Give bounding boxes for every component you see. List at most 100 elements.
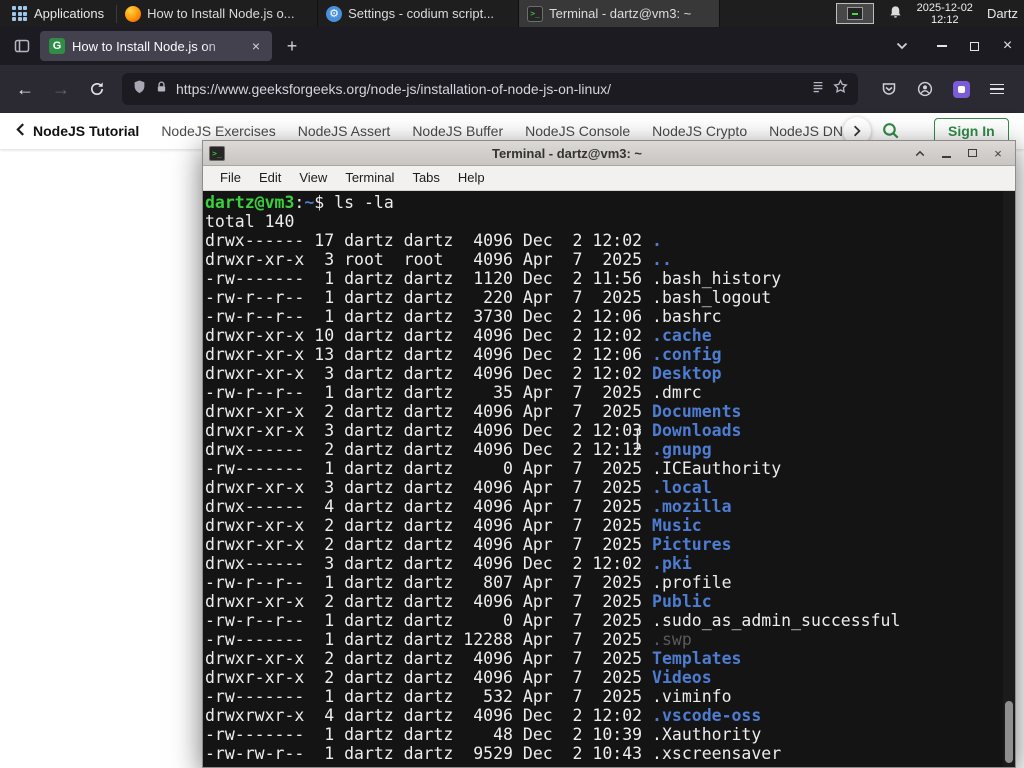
- url-text[interactable]: https://www.geeksforgeeks.org/node-js/in…: [176, 81, 803, 97]
- desktop: Applications How to Install Node.js o...…: [0, 0, 1024, 768]
- terminal-output-line: -rw------- 1 dartz dartz 532 Apr 7 2025 …: [205, 687, 732, 706]
- terminal-close-button[interactable]: ×: [987, 144, 1009, 163]
- terminal-output-line: -rw-r--r-- 1 dartz dartz 3730 Dec 2 12:0…: [205, 307, 722, 326]
- clock[interactable]: 2025-12-02 12:12: [917, 2, 973, 26]
- workspace-switcher[interactable]: [835, 3, 874, 24]
- firefox-view-icon[interactable]: [8, 32, 36, 60]
- terminal-output-line: drwxr-xr-x 2 dartz dartz 4096 Apr 7 2025…: [205, 516, 702, 535]
- terminal-prompt-line: dartz@vm3:~$ ls -la: [205, 193, 394, 212]
- terminal-output-line: drwxrwxr-x 4 dartz dartz 4096 Dec 2 12:0…: [205, 706, 762, 725]
- tab-close-icon[interactable]: ×: [246, 36, 266, 56]
- terminal-output-line: drwxr-xr-x 10 dartz dartz 4096 Dec 2 12:…: [205, 326, 712, 345]
- terminal-menu-file[interactable]: File: [211, 166, 250, 190]
- site-nav-links: NodeJS Exercises NodeJS Assert NodeJS Buff…: [161, 123, 861, 139]
- site-nav-link[interactable]: NodeJS DNS: [769, 123, 852, 139]
- applications-label: Applications: [34, 6, 105, 21]
- settings-icon: ⚙: [326, 5, 343, 22]
- bookmark-star-icon[interactable]: [833, 79, 848, 99]
- terminal-output-line: -rw------- 1 dartz dartz 0 Apr 7 2025 .I…: [205, 459, 782, 478]
- terminal-icon: >_: [209, 145, 225, 161]
- terminal-output-line: -rw------- 1 dartz dartz 1120 Dec 2 11:5…: [205, 269, 782, 288]
- taskbar-button-settings[interactable]: ⚙ Settings - codium script...: [318, 0, 520, 27]
- terminal-window: >_ Terminal - dartz@vm3: ~ × File Edit Vie…: [202, 140, 1016, 768]
- terminal-output-line: drwxr-xr-x 2 dartz dartz 4096 Apr 7 2025…: [205, 535, 732, 554]
- terminal-output-line: drwx------ 2 dartz dartz 4096 Dec 2 12:1…: [205, 440, 712, 459]
- site-nav-link[interactable]: NodeJS Assert: [298, 123, 391, 139]
- window-close-button[interactable]: ×: [991, 27, 1024, 65]
- firefox-icon: [125, 5, 142, 22]
- terminal-output-line: -rw-r--r-- 1 dartz dartz 35 Apr 7 2025 .…: [205, 383, 702, 402]
- gfg-favicon: G: [49, 38, 65, 54]
- tab-title: How to Install Node.js on: [72, 38, 216, 54]
- site-nav-link[interactable]: NodeJS Buffer: [412, 123, 503, 139]
- applications-icon: [12, 6, 27, 21]
- terminal-output-line: drwxr-xr-x 3 dartz dartz 4096 Dec 2 12:0…: [205, 421, 742, 440]
- window-minimize-button[interactable]: [925, 27, 958, 65]
- terminal-output-line: -rw-r--r-- 1 dartz dartz 807 Apr 7 2025 …: [205, 573, 732, 592]
- site-nav-link[interactable]: NodeJS Exercises: [161, 123, 275, 139]
- terminal-output-line: -rw-rw-r-- 1 dartz dartz 9529 Dec 2 10:4…: [205, 744, 782, 763]
- clock-date: 2025-12-02: [916, 1, 973, 14]
- terminal-maximize-button[interactable]: [961, 144, 983, 163]
- new-tab-button[interactable]: +: [278, 32, 306, 60]
- terminal-minimize-button[interactable]: [935, 144, 957, 163]
- forward-button[interactable]: →: [44, 73, 78, 105]
- back-button[interactable]: ←: [8, 73, 42, 105]
- terminal-output-line: drwxr-xr-x 3 dartz dartz 4096 Dec 2 12:0…: [205, 364, 722, 383]
- terminal-output-line: -rw-r--r-- 1 dartz dartz 0 Apr 7 2025 .s…: [205, 611, 901, 630]
- tracking-protection-shield-icon[interactable]: [132, 79, 147, 100]
- terminal-output-line: -rw------- 1 dartz dartz 12288 Apr 7 202…: [205, 630, 692, 649]
- browser-toolbar: ← → https://www.geeksforgeeks.org/node-j…: [0, 65, 1024, 113]
- top-panel: Applications How to Install Node.js o...…: [0, 0, 1024, 27]
- terminal-menu-view[interactable]: View: [290, 166, 336, 190]
- terminal-menu-terminal[interactable]: Terminal: [336, 166, 403, 190]
- menu-hamburger-icon[interactable]: [982, 74, 1012, 104]
- window-maximize-button[interactable]: [958, 27, 991, 65]
- taskbar-button-firefox[interactable]: How to Install Node.js o...: [117, 0, 319, 27]
- account-icon[interactable]: [910, 74, 940, 104]
- terminal-output-line: drwx------ 17 dartz dartz 4096 Dec 2 12:…: [205, 231, 662, 250]
- terminal-output-line: drwxr-xr-x 2 dartz dartz 4096 Apr 7 2025…: [205, 402, 742, 421]
- terminal-window-title: Terminal - dartz@vm3: ~: [491, 145, 643, 161]
- user-menu[interactable]: Dartz: [987, 6, 1020, 21]
- site-nav-active-item[interactable]: NodeJS Tutorial: [16, 123, 139, 139]
- reload-icon[interactable]: [80, 73, 114, 105]
- applications-menu[interactable]: Applications: [0, 0, 116, 27]
- url-bar[interactable]: https://www.geeksforgeeks.org/node-js/in…: [122, 73, 858, 105]
- terminal-shade-icon[interactable]: [909, 144, 931, 163]
- workspace-window-thumbnail: [846, 7, 863, 20]
- terminal-output-line: drwxr-xr-x 2 dartz dartz 4096 Apr 7 2025…: [205, 668, 712, 687]
- terminal-scrollbar[interactable]: [1003, 191, 1015, 767]
- extension-icon[interactable]: [946, 74, 976, 104]
- lock-icon[interactable]: [155, 80, 168, 99]
- pocket-icon[interactable]: [874, 74, 904, 104]
- reader-mode-icon[interactable]: [811, 80, 825, 99]
- browser-tab-bar: G How to Install Node.js on × + ×: [0, 27, 1024, 65]
- site-nav-active-label: NodeJS Tutorial: [33, 123, 140, 139]
- terminal-output-line: drwxr-xr-x 13 dartz dartz 4096 Dec 2 12:…: [205, 345, 722, 364]
- taskbar-button-terminal[interactable]: >_ Terminal - dartz@vm3: ~: [519, 0, 721, 27]
- terminal-titlebar[interactable]: >_ Terminal - dartz@vm3: ~ ×: [203, 141, 1015, 166]
- terminal-output-line: drwx------ 3 dartz dartz 4096 Dec 2 12:0…: [205, 554, 692, 573]
- terminal-menubar: File Edit View Terminal Tabs Help: [203, 166, 1015, 191]
- browser-window-controls: ×: [925, 27, 1024, 65]
- text-cursor-icon: [632, 428, 643, 455]
- chevron-left-icon[interactable]: [16, 123, 25, 139]
- taskbar-button-title: Terminal - dartz@vm3: ~: [549, 6, 692, 21]
- terminal-menu-tabs[interactable]: Tabs: [403, 166, 448, 190]
- taskbar-window-buttons: How to Install Node.js o... ⚙ Settings - c…: [117, 0, 721, 27]
- terminal-icon: >_: [527, 5, 544, 22]
- terminal-menu-help[interactable]: Help: [449, 166, 494, 190]
- terminal-output-line: drwxr-xr-x 3 dartz dartz 4096 Apr 7 2025…: [205, 478, 712, 497]
- terminal-output-line: drwx------ 4 dartz dartz 4096 Apr 7 2025…: [205, 497, 732, 516]
- taskbar-button-title: Settings - codium script...: [348, 6, 495, 21]
- site-nav-link[interactable]: NodeJS Crypto: [652, 123, 747, 139]
- browser-tab-active[interactable]: G How to Install Node.js on ×: [40, 31, 272, 61]
- site-nav-link[interactable]: NodeJS Console: [525, 123, 630, 139]
- list-all-tabs-icon[interactable]: [887, 32, 917, 60]
- terminal-output[interactable]: dartz@vm3:~$ ls -la total 140 drwx------ 1…: [203, 191, 1015, 767]
- terminal-scrollbar-thumb[interactable]: [1005, 701, 1013, 763]
- notification-bell-icon[interactable]: [888, 5, 903, 23]
- terminal-output-line: -rw-r--r-- 1 dartz dartz 220 Apr 7 2025 …: [205, 288, 772, 307]
- terminal-menu-edit[interactable]: Edit: [250, 166, 290, 190]
